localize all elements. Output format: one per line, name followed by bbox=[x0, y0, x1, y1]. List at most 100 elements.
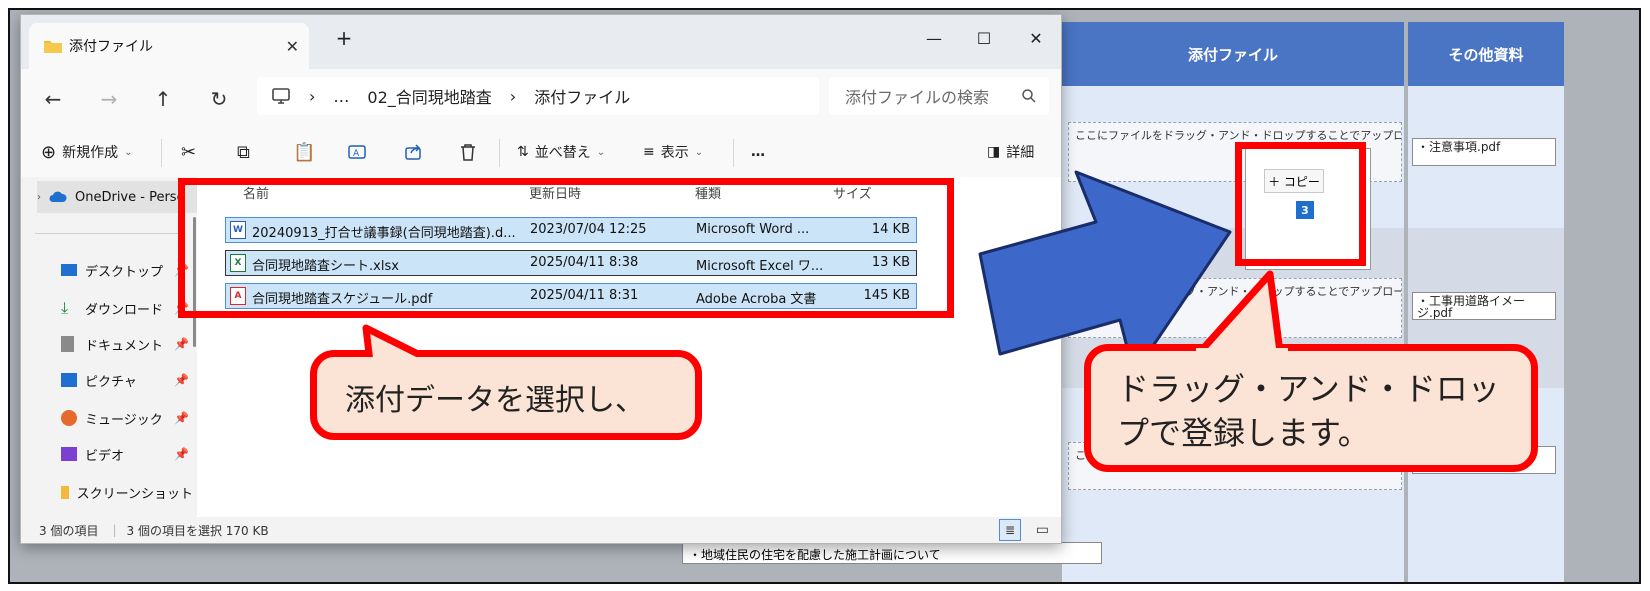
chevron-down-icon: ⌄ bbox=[124, 146, 133, 158]
other-file-field-1[interactable]: ・注意事項.pdf bbox=[1412, 138, 1556, 166]
new-tab-button[interactable]: + bbox=[321, 23, 367, 53]
paste-icon[interactable]: 📋 bbox=[293, 127, 315, 177]
highlight-selected-files bbox=[178, 178, 954, 318]
share-icon[interactable] bbox=[403, 127, 423, 177]
new-button[interactable]: ⊕ 新規作成 ⌄ bbox=[41, 127, 132, 177]
pin-icon[interactable]: 📌 bbox=[174, 337, 189, 351]
music-icon bbox=[61, 410, 77, 426]
details-view-icon[interactable]: ≣ bbox=[999, 519, 1021, 541]
attach-column-header: 添付ファイル bbox=[1062, 22, 1404, 86]
desktop-icon bbox=[61, 264, 77, 276]
address-bar-row: ← → ↑ ↻ › … 02_合同現地踏査 › 添付ファイル 添付ファイルの検索 bbox=[21, 69, 1061, 127]
pin-icon[interactable]: 📌 bbox=[174, 447, 189, 461]
folder-icon bbox=[61, 485, 69, 499]
callout-pointer bbox=[1196, 270, 1288, 354]
tiles-view-icon[interactable]: ▭ bbox=[1036, 522, 1049, 538]
bottom-note: ・地域住民の住宅を配慮した施工計画について bbox=[682, 542, 1102, 564]
picture-icon bbox=[61, 373, 77, 387]
breadcrumb-item[interactable]: 添付ファイル bbox=[534, 84, 630, 108]
search-placeholder: 添付ファイルの検索 bbox=[845, 88, 990, 107]
sort-label: 並べ替え bbox=[534, 145, 591, 161]
more-options-button[interactable]: … bbox=[751, 127, 765, 177]
title-bar: 添付ファイル ✕ + — ☐ ✕ bbox=[21, 15, 1061, 69]
search-input[interactable]: 添付ファイルの検索 bbox=[829, 77, 1049, 115]
view-button[interactable]: ≡ 表示 ⌄ bbox=[643, 127, 703, 177]
command-bar: ⊕ 新規作成 ⌄ ✂ ⧉ 📋 A ⇅ 並べ替え ⌄ ≡ 表示 ⌄ … ◨ 詳細 bbox=[21, 127, 1061, 178]
breadcrumb-more[interactable]: … bbox=[333, 87, 349, 106]
sidebar-item-pictures[interactable]: ピクチャ 📌 bbox=[61, 365, 193, 395]
divider bbox=[499, 139, 500, 167]
back-icon[interactable]: ← bbox=[37, 83, 69, 115]
screenshot-frame: 添付ファイル その他資料 ここにファイルをドラッグ・アンド・ドロップすることでア… bbox=[8, 8, 1641, 584]
sidebar-item-label: デスクトップ bbox=[85, 264, 164, 280]
callout-select-text: 添付データを選択し、 bbox=[345, 383, 645, 418]
sidebar-item-documents[interactable]: ドキュメント 📌 bbox=[61, 329, 193, 359]
details-label: 詳細 bbox=[1006, 145, 1035, 161]
sidebar-item-onedrive[interactable]: › OneDrive - Perso bbox=[37, 181, 197, 213]
breadcrumb-item[interactable]: 02_合同現地踏査 bbox=[367, 84, 491, 108]
sidebar-item-label: OneDrive - Perso bbox=[75, 189, 185, 205]
maximize-button[interactable]: ☐ bbox=[961, 23, 1007, 53]
folder-icon bbox=[43, 38, 63, 54]
delete-icon[interactable] bbox=[459, 127, 477, 177]
callout-line: プで登録します。 bbox=[1117, 414, 1370, 452]
callout-pointer bbox=[362, 324, 440, 364]
divider bbox=[35, 233, 185, 234]
document-icon bbox=[61, 336, 74, 352]
cloud-icon bbox=[49, 191, 67, 203]
download-icon: ⤓ bbox=[61, 298, 69, 317]
sidebar-item-videos[interactable]: ビデオ 📌 bbox=[61, 439, 193, 469]
sidebar-item-label: ダウンロード bbox=[85, 302, 164, 318]
sidebar-item-label: ドキュメント bbox=[85, 338, 164, 354]
sidebar-item-label: ピクチャ bbox=[85, 374, 137, 390]
pin-icon[interactable]: 📌 bbox=[174, 411, 189, 425]
forward-icon[interactable]: → bbox=[93, 83, 125, 115]
sidebar-item-label: ミュージック bbox=[85, 412, 163, 428]
navigation-pane: › OneDrive - Perso デスクトップ 📌 ⤓ ダウンロード 📌 ド… bbox=[21, 177, 197, 517]
sort-button[interactable]: ⇅ 並べ替え ⌄ bbox=[517, 127, 605, 177]
details-pane-icon: ◨ bbox=[987, 144, 1001, 160]
status-item-count: 3 個の項目 bbox=[39, 523, 99, 538]
sort-icon: ⇅ bbox=[517, 144, 529, 160]
view-icon: ≡ bbox=[643, 144, 655, 160]
view-label: 表示 bbox=[660, 145, 689, 161]
chevron-right-icon: › bbox=[309, 86, 316, 106]
new-label: 新規作成 bbox=[62, 145, 119, 161]
sidebar-item-desktop[interactable]: デスクトップ 📌 bbox=[61, 255, 193, 285]
chevron-down-icon: ⌄ bbox=[596, 146, 606, 158]
callout-drag-drop: ドラッグ・アンド・ドロッ プで登録します。 bbox=[1084, 344, 1538, 472]
close-window-button[interactable]: ✕ bbox=[1013, 23, 1059, 53]
callout-drag-drop-text: ドラッグ・アンド・ドロッ プで登録します。 bbox=[1117, 367, 1500, 455]
cut-icon[interactable]: ✂ bbox=[181, 127, 196, 177]
divider: | bbox=[112, 523, 117, 537]
minimize-button[interactable]: — bbox=[911, 23, 957, 53]
sidebar-item-music[interactable]: ミュージック 📌 bbox=[61, 403, 193, 433]
other-file-field-2[interactable]: ・工事用道路イメージ.pdf bbox=[1412, 292, 1556, 320]
close-tab-icon[interactable]: ✕ bbox=[286, 37, 299, 56]
refresh-icon[interactable]: ↻ bbox=[203, 83, 235, 115]
pin-icon[interactable]: 📌 bbox=[174, 373, 189, 387]
sidebar-item-screenshots[interactable]: スクリーンショット bbox=[61, 477, 193, 507]
tab-title: 添付ファイル bbox=[69, 39, 153, 55]
rename-icon[interactable]: A bbox=[347, 127, 367, 177]
search-icon bbox=[1021, 88, 1037, 104]
chevron-down-icon: ⌄ bbox=[694, 146, 704, 158]
sidebar-item-label: ビデオ bbox=[85, 448, 125, 464]
highlight-copy-preview bbox=[1235, 142, 1366, 266]
chevron-right-icon: › bbox=[509, 86, 517, 106]
plus-circle-icon: ⊕ bbox=[41, 141, 57, 163]
svg-text:A: A bbox=[353, 149, 360, 159]
copy-icon[interactable]: ⧉ bbox=[237, 127, 250, 177]
address-bar[interactable]: › … 02_合同現地踏査 › 添付ファイル bbox=[257, 77, 819, 115]
chevron-right-icon: › bbox=[37, 191, 41, 203]
sidebar-item-downloads[interactable]: ⤓ ダウンロード 📌 bbox=[61, 293, 193, 323]
computer-icon bbox=[271, 87, 291, 105]
explorer-tab[interactable]: 添付ファイル ✕ bbox=[29, 23, 309, 69]
divider bbox=[733, 139, 734, 167]
attach-cell-4 bbox=[1062, 544, 1404, 582]
other-cell-4 bbox=[1408, 544, 1564, 582]
status-selection: 3 個の項目を選択 170 KB bbox=[126, 523, 269, 538]
callout-line: ドラッグ・アンド・ドロッ bbox=[1117, 370, 1500, 408]
up-icon[interactable]: ↑ bbox=[147, 83, 179, 115]
status-bar: 3 個の項目 | 3 個の項目を選択 170 KB ≣ ▭ bbox=[21, 517, 1061, 543]
